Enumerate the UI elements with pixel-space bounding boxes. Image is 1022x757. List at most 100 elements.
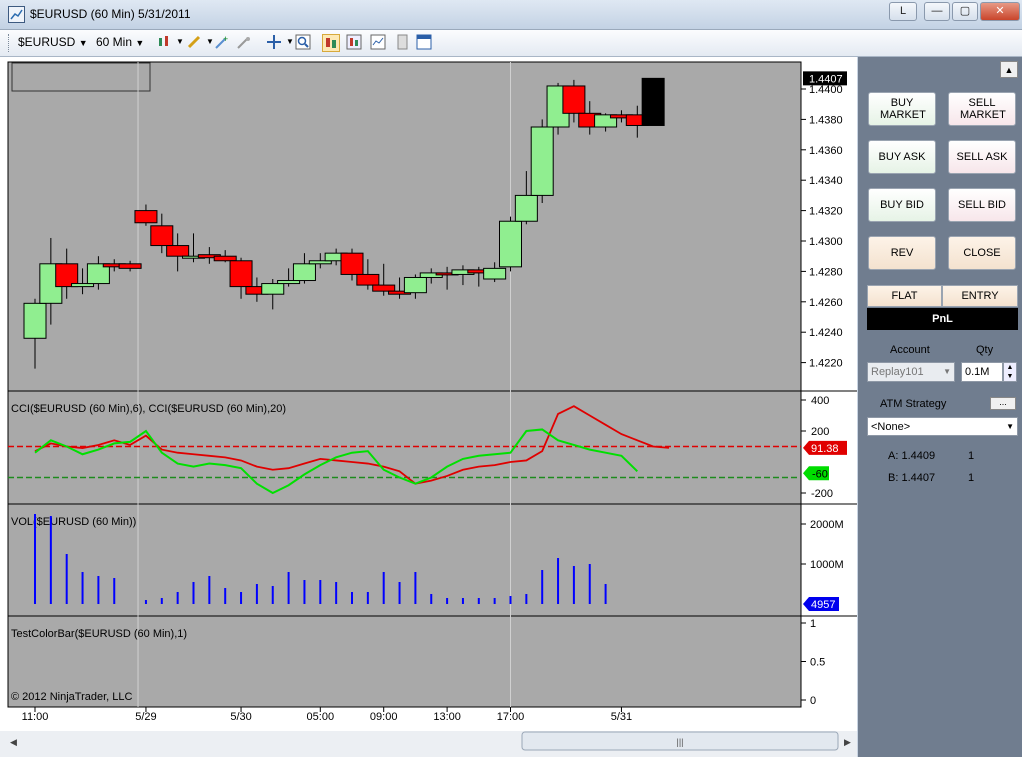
atm-strategy-value: <None>: [871, 421, 911, 433]
properties-icon[interactable]: [370, 34, 386, 50]
testcolor-tick-label: 0.5: [810, 657, 825, 669]
cci-tick-label: 200: [811, 426, 829, 438]
scroll-right-icon: ▶: [844, 737, 851, 747]
chevron-down-icon: ▼: [78, 38, 88, 48]
pencil-icon[interactable]: [186, 34, 202, 50]
chart-trader-icon[interactable]: [322, 34, 340, 52]
link-button[interactable]: L: [889, 2, 917, 21]
candle-body: [514, 194, 538, 222]
time-tick-label: 05:00: [307, 711, 335, 723]
chevron-down-icon: ▼: [135, 38, 145, 48]
candle-body: [403, 276, 427, 294]
scroll-left-icon: ◀: [10, 737, 17, 747]
maximize-button[interactable]: ▢: [952, 2, 978, 21]
data-box-icon[interactable]: [346, 34, 362, 50]
sell-bid-button[interactable]: SELL BID: [948, 188, 1016, 222]
time-tick-label: 5/29: [135, 711, 156, 723]
chart-style-icon[interactable]: [156, 34, 172, 50]
cci-tick-label: 400: [811, 395, 829, 407]
qty-stepper[interactable]: ▲ ▼: [1003, 362, 1017, 382]
time-tick-label: 11:00: [22, 711, 49, 723]
price-tick-label: 1.4360: [809, 145, 843, 157]
buy-ask-button[interactable]: BUY ASK: [868, 140, 936, 174]
candle-body: [356, 273, 380, 286]
price-tick-label: 1.4400: [809, 84, 843, 96]
chart-toolbar: $EURUSD ▼ 60 Min ▼ ▼ ▼ + ▼: [0, 30, 1022, 57]
chart-trader-panel: ▲ BUY MARKET SELL MARKET BUY ASK SELL AS…: [858, 57, 1022, 757]
candle-body: [261, 283, 285, 295]
bid-price-label: B: 1.4407: [888, 472, 936, 484]
title-bar: $EURUSD (60 Min) 5/31/2011 L — ▢ ✕: [0, 0, 1022, 30]
account-label: Account: [890, 344, 930, 356]
atm-strategy-label: ATM Strategy: [880, 398, 947, 410]
price-tick-label: 1.4280: [809, 266, 843, 278]
atm-strategy-select[interactable]: <None> ▼: [867, 417, 1018, 436]
price-tick-label: 1.4320: [809, 206, 843, 218]
qty-label: Qty: [976, 344, 994, 356]
candle-body: [530, 126, 554, 196]
atm-options-button[interactable]: ...: [990, 397, 1016, 410]
time-tick-label: 5/31: [611, 711, 632, 723]
candle-body: [166, 245, 190, 257]
price-tick-label: 1.4240: [809, 327, 843, 339]
candle-body: [483, 267, 507, 280]
candle-body: [372, 284, 396, 292]
time-axis-background: [0, 708, 857, 730]
flat-button[interactable]: FLAT: [867, 285, 942, 307]
sell-ask-button[interactable]: SELL ASK: [948, 140, 1016, 174]
buy-market-button[interactable]: BUY MARKET: [868, 92, 936, 126]
volume-indicator-label: VOL($EURUSD (60 Min)): [11, 516, 136, 528]
chart-area[interactable]: 1.4400 1.4380 1.4360 1.4340 1.4320 1.4300 1.42…: [0, 57, 857, 757]
entry-button[interactable]: ENTRY: [942, 285, 1018, 307]
strategy-icon[interactable]: [236, 34, 252, 50]
testcolor-indicator-label: TestColorBar($EURUSD (60 Min),1): [11, 628, 187, 640]
close-position-button[interactable]: CLOSE: [948, 236, 1016, 270]
interval-value: 60 Min: [96, 35, 133, 49]
candle-body: [229, 260, 253, 288]
last-price-label: 1.4407: [809, 73, 843, 85]
candle-body: [562, 85, 586, 114]
close-window-button[interactable]: ✕: [980, 2, 1020, 21]
candle-body: [292, 263, 316, 282]
zoom-icon[interactable]: [295, 34, 311, 50]
candle-body: [150, 225, 174, 247]
candle-body: [340, 252, 364, 275]
volume-tick-label: 2000M: [810, 519, 844, 531]
chevron-down-icon: ▼: [943, 367, 951, 376]
window-title: $EURUSD (60 Min) 5/31/2011: [30, 7, 191, 21]
price-tick-label: 1.4260: [809, 297, 843, 309]
candle-body: [23, 302, 47, 339]
price-chart[interactable]: 1.4400 1.4380 1.4360 1.4340 1.4320 1.4300 1.42…: [0, 57, 857, 757]
instrument-name: $EURUSD: [18, 35, 76, 49]
price-tick-label: 1.4340: [809, 175, 843, 187]
price-tick-label: 1.4380: [809, 114, 843, 126]
svg-text:+: +: [223, 34, 228, 44]
volume-last-label: 4957: [811, 599, 835, 611]
minimize-button[interactable]: —: [924, 2, 950, 21]
candle-body: [134, 210, 158, 224]
share-icon[interactable]: [394, 34, 410, 50]
collapse-panel-button[interactable]: ▲: [1000, 61, 1018, 78]
reverse-button[interactable]: REV: [868, 236, 936, 270]
window-layout-icon[interactable]: [416, 34, 432, 50]
sell-market-button[interactable]: SELL MARKET: [948, 92, 1016, 126]
buy-bid-button[interactable]: BUY BID: [868, 188, 936, 222]
ask-qty-label: 1: [968, 450, 975, 462]
add-indicator-icon[interactable]: +: [214, 34, 230, 50]
ask-price-label: A: 1.4409: [888, 450, 936, 462]
cci-indicator-label: CCI($EURUSD (60 Min),6), CCI($EURUSD (60…: [11, 403, 286, 415]
interval-selector[interactable]: 60 Min ▼: [96, 35, 144, 49]
cci-tick-label: -200: [811, 488, 833, 500]
account-select[interactable]: Replay101 ▼: [867, 362, 955, 382]
crosshair-icon[interactable]: [266, 34, 282, 50]
account-value: Replay101: [871, 366, 924, 378]
qty-input[interactable]: 0.1M: [961, 362, 1003, 382]
buy-market-label: BUY MARKET: [880, 97, 926, 121]
instrument-selector[interactable]: $EURUSD ▼: [18, 35, 88, 49]
candle-body: [641, 77, 665, 126]
price-tick-label: 1.4220: [809, 358, 843, 370]
copyright-notice: © 2012 NinjaTrader, LLC: [11, 691, 132, 703]
chevron-down-icon: ▼: [1006, 422, 1014, 431]
candle-body: [118, 263, 142, 269]
chart-background: [8, 62, 801, 707]
